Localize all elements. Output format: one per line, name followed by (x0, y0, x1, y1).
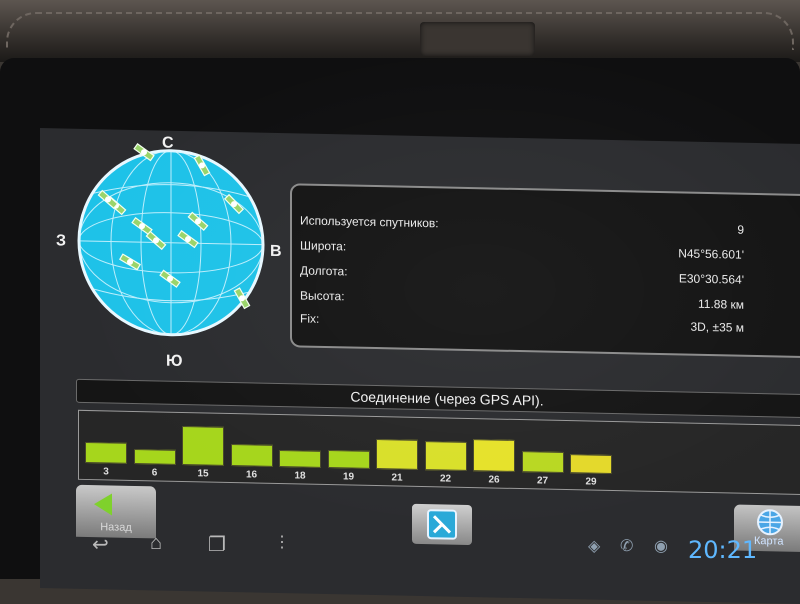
satellite-prn-label: 22 (439, 473, 452, 485)
satellite-prn-label: 3 (103, 466, 109, 478)
signal-bar-21 (376, 439, 418, 470)
signal-bar-6 (133, 448, 176, 465)
info-value: 11.88 км (698, 296, 744, 312)
satellite-prn-label: 16 (245, 469, 258, 481)
signal-bar-19 (327, 450, 370, 469)
info-label: Используется спутников: (300, 213, 439, 231)
direction-north-label: С (162, 134, 174, 152)
direction-west-label: З (56, 232, 67, 250)
status-clock: 20:21 (688, 536, 758, 564)
nav-home-icon[interactable]: ⌂ (150, 532, 162, 555)
satellite-prn-label: 26 (488, 474, 500, 486)
satellite-prn-label: 18 (294, 470, 306, 482)
android-nav-bar: ↩ ⌂ ❐ ⋮ ◈ ✆ ◉ 20:21 (60, 526, 800, 566)
info-label: Fix: (300, 311, 320, 326)
info-value: E30°30.564' (678, 271, 744, 287)
satellite-prn-label: 21 (391, 472, 403, 484)
satellite-prn-label: 19 (342, 471, 355, 483)
gps-icon: ◈ (588, 538, 601, 555)
signal-bar-18 (279, 450, 321, 468)
signal-bar-27 (521, 451, 564, 473)
chat-icon: ✆ (620, 538, 634, 555)
case-tab (420, 22, 535, 56)
signal-bar-15 (182, 425, 224, 466)
info-label: Высота: (300, 288, 345, 304)
signal-bar-16 (230, 443, 273, 467)
signal-bar-29 (570, 454, 612, 474)
leather-case-top (0, 0, 800, 62)
info-value: 9 (737, 222, 744, 237)
info-value: 3D, ±35 м (690, 319, 744, 335)
gps-info-panel: Используется спутников: 9 Широта: N45°56… (290, 183, 800, 359)
sky-plot-svg (77, 143, 265, 337)
case-stitching (6, 12, 794, 50)
menu-dots-icon[interactable]: ⋮ (274, 532, 290, 552)
signal-bar-22 (424, 441, 467, 471)
signal-bar-3 (85, 441, 127, 464)
satellite-prn-label: 29 (585, 476, 597, 488)
signal-bar-26 (473, 439, 515, 472)
satellite-sky-plot: С Ю З В (56, 133, 284, 371)
satellite-prn-label: 27 (536, 475, 549, 487)
back-arrow-icon (94, 493, 112, 516)
nav-back-icon[interactable]: ↩ (92, 532, 109, 557)
satellite-prn-label: 15 (197, 468, 209, 480)
signal-strength-panel: 3 6 15 16 18 19 21 22 26 27 29 (78, 409, 800, 496)
info-label: Широта: (300, 238, 347, 254)
direction-south-label: Ю (166, 352, 183, 370)
direction-east-label: В (270, 242, 282, 261)
info-label: Долгота: (300, 263, 348, 279)
satellite-prn-label: 6 (151, 467, 158, 479)
info-value: N45°56.601' (678, 246, 744, 262)
gamepad-icon: ◉ (654, 538, 668, 555)
nav-recents-icon[interactable]: ❐ (208, 532, 226, 557)
